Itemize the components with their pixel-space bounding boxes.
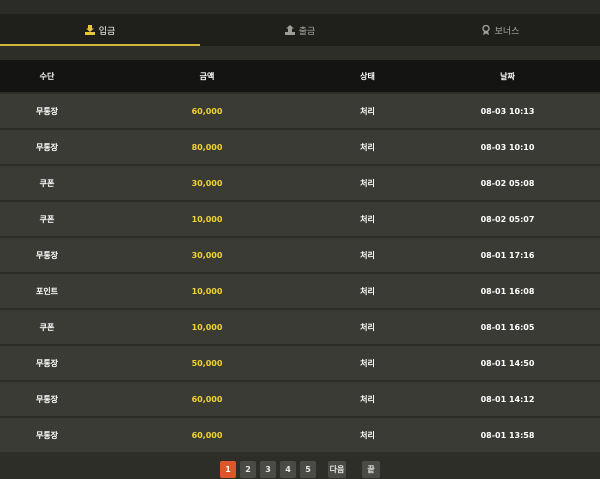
cell-status: 처리 bbox=[360, 286, 375, 296]
cell-status: 처리 bbox=[360, 214, 375, 224]
tab-bonus-label: 보너스 bbox=[494, 26, 520, 37]
header-status: 상태 bbox=[360, 71, 375, 81]
cell-method: 무통장 bbox=[35, 250, 59, 260]
cell-date: 08-03 10:13 bbox=[480, 106, 535, 116]
withdraw-icon bbox=[284, 25, 295, 35]
cell-method: 무통장 bbox=[35, 358, 59, 368]
cell-status: 처리 bbox=[360, 322, 375, 332]
pagination: 1 2 3 4 5 다음 끝 bbox=[0, 460, 600, 479]
cell-method: 쿠폰 bbox=[39, 322, 55, 332]
cell-status: 처리 bbox=[360, 358, 375, 368]
cell-method: 무통장 bbox=[35, 394, 59, 404]
page-1-button[interactable]: 1 bbox=[220, 461, 236, 478]
table-row: 무통장 80,000 처리 08-03 10:10 bbox=[0, 130, 600, 164]
cell-date: 08-01 14:12 bbox=[480, 394, 535, 404]
table-row: 무통장 50,000 처리 08-01 14:50 bbox=[0, 346, 600, 380]
cell-method: 쿠폰 bbox=[39, 214, 55, 224]
bonus-icon bbox=[481, 25, 490, 35]
cell-amount: 30,000 bbox=[191, 178, 223, 188]
table-row: 포인트 10,000 처리 08-01 16:08 bbox=[0, 274, 600, 308]
page-3-button[interactable]: 3 bbox=[260, 461, 276, 478]
header-method: 수단 bbox=[39, 71, 55, 81]
table-row: 무통장 60,000 처리 08-03 10:13 bbox=[0, 94, 600, 128]
cell-amount: 60,000 bbox=[191, 430, 223, 440]
table-row: 무통장 60,000 처리 08-01 13:58 bbox=[0, 418, 600, 452]
cell-status: 처리 bbox=[360, 106, 375, 116]
cell-date: 08-01 17:16 bbox=[480, 250, 535, 260]
cell-date: 08-02 05:08 bbox=[480, 178, 535, 188]
cell-date: 08-01 16:08 bbox=[480, 286, 535, 296]
cell-method: 무통장 bbox=[35, 106, 59, 116]
cell-method: 무통장 bbox=[35, 142, 59, 152]
top-strip bbox=[0, 0, 600, 14]
tab-deposit[interactable]: 입금 bbox=[0, 14, 200, 46]
cell-status: 처리 bbox=[360, 178, 375, 188]
page-5-button[interactable]: 5 bbox=[300, 461, 316, 478]
deposit-history-table: 수단 금액 상태 날짜 무통장 60,000 처리 08-03 10:13 무통… bbox=[0, 60, 600, 452]
header-date: 날짜 bbox=[500, 71, 515, 81]
table-row: 무통장 60,000 처리 08-01 14:12 bbox=[0, 382, 600, 416]
tab-deposit-label: 입금 bbox=[98, 26, 116, 37]
cell-date: 08-02 05:07 bbox=[480, 214, 535, 224]
cell-date: 08-01 13:58 bbox=[480, 430, 535, 440]
cell-amount: 10,000 bbox=[191, 286, 223, 296]
table-row: 쿠폰 10,000 처리 08-02 05:07 bbox=[0, 202, 600, 236]
cell-amount: 60,000 bbox=[191, 394, 223, 404]
table-row: 쿠폰 30,000 처리 08-02 05:08 bbox=[0, 166, 600, 200]
table-row: 쿠폰 10,000 처리 08-01 16:05 bbox=[0, 310, 600, 344]
cell-amount: 30,000 bbox=[191, 250, 223, 260]
cell-status: 처리 bbox=[360, 394, 375, 404]
deposit-icon bbox=[84, 25, 95, 35]
cell-date: 08-03 10:10 bbox=[480, 142, 535, 152]
cell-amount: 50,000 bbox=[191, 358, 223, 368]
table-row: 무통장 30,000 처리 08-01 17:16 bbox=[0, 238, 600, 272]
cell-status: 처리 bbox=[360, 430, 375, 440]
tab-bonus[interactable]: 보너스 bbox=[400, 14, 600, 46]
tab-bar: 입금 출금 보너스 bbox=[0, 14, 600, 46]
cell-status: 처리 bbox=[360, 142, 375, 152]
last-page-button[interactable]: 끝 bbox=[362, 461, 380, 478]
cell-status: 처리 bbox=[360, 250, 375, 260]
page-2-button[interactable]: 2 bbox=[240, 461, 256, 478]
cell-method: 쿠폰 bbox=[39, 178, 55, 188]
cell-amount: 60,000 bbox=[191, 106, 223, 116]
cell-amount: 10,000 bbox=[191, 322, 223, 332]
header-amount: 금액 bbox=[199, 71, 215, 81]
next-page-button[interactable]: 다음 bbox=[328, 461, 346, 478]
cell-method: 무통장 bbox=[35, 430, 59, 440]
cell-date: 08-01 16:05 bbox=[480, 322, 535, 332]
page-4-button[interactable]: 4 bbox=[280, 461, 296, 478]
cell-method: 포인트 bbox=[35, 286, 59, 296]
tab-withdraw[interactable]: 출금 bbox=[200, 14, 400, 46]
cell-amount: 10,000 bbox=[191, 214, 223, 224]
tab-withdraw-label: 출금 bbox=[298, 26, 316, 37]
cell-date: 08-01 14:50 bbox=[480, 358, 535, 368]
table-header: 수단 금액 상태 날짜 bbox=[0, 60, 600, 92]
cell-amount: 80,000 bbox=[191, 142, 223, 152]
